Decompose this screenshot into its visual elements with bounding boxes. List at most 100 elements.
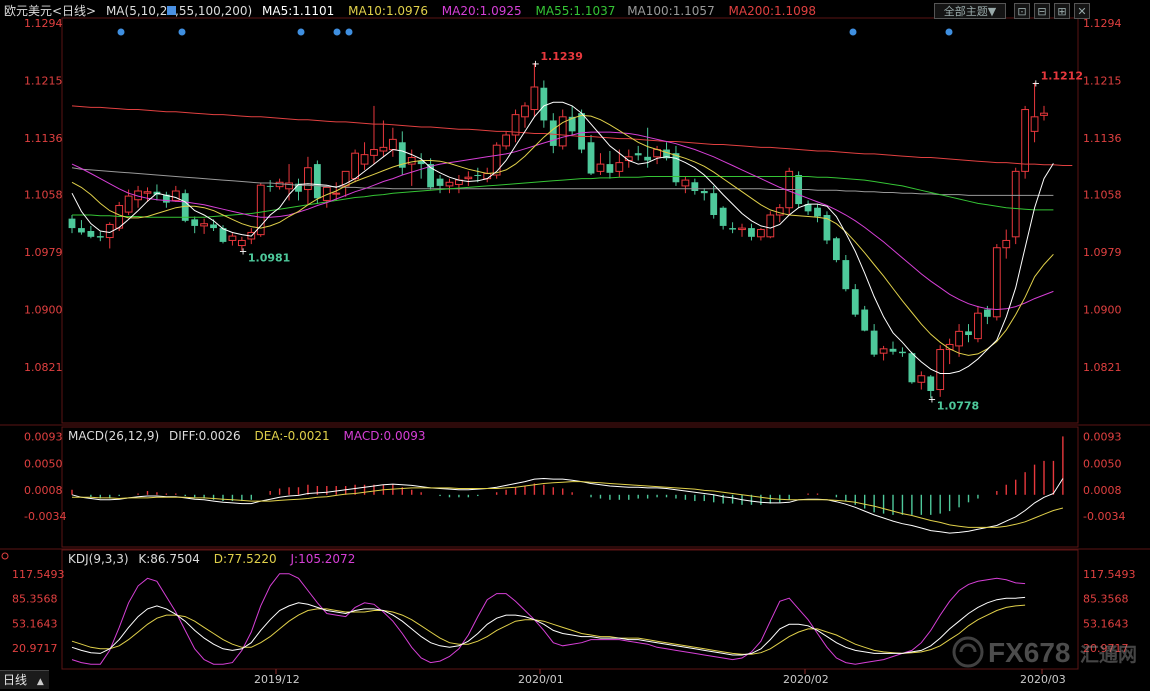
candle-body <box>237 239 246 247</box>
candle-body <box>351 152 360 180</box>
event-marker <box>849 28 857 36</box>
ma100-value: MA100:1.1057 <box>627 4 715 18</box>
y-tick-right: 1.0821 <box>1083 361 1122 374</box>
candle-body <box>1030 116 1039 132</box>
candle-body <box>738 227 746 231</box>
candle-body <box>445 181 454 187</box>
x-tick-label: 2020/01 <box>518 673 564 686</box>
candle-body <box>388 138 397 151</box>
period-tab-daily[interactable]: 日线 ▲ <box>0 670 49 689</box>
window-maximize-button[interactable]: ⊞ <box>1054 3 1070 19</box>
kdj-k: K:86.7504 <box>138 552 200 566</box>
x-tick-label: 2019/12 <box>254 673 300 686</box>
x-tick-label: 2020/03 <box>1020 673 1066 686</box>
theme-select[interactable]: 全部主题▼ <box>934 3 1006 19</box>
candle-body <box>700 191 708 194</box>
candle-body <box>96 236 104 238</box>
candle-body <box>615 162 624 172</box>
ma5-value: MA5:1.1101 <box>262 4 334 18</box>
candle-body <box>1040 112 1048 116</box>
candle-body <box>927 376 935 391</box>
candle-body <box>842 260 850 290</box>
watermark-text: FX678 <box>988 637 1071 668</box>
candle-body <box>464 176 473 180</box>
x-tick-label: 2020/02 <box>783 673 829 686</box>
candle-body <box>304 167 312 191</box>
candle-body <box>78 228 85 233</box>
y-tick-right: 1.0979 <box>1083 246 1122 259</box>
y-tick-right: 1.1215 <box>1083 74 1122 87</box>
candle-body <box>275 181 284 188</box>
candle-body <box>908 353 916 383</box>
ma55-value: MA55:1.1037 <box>536 4 616 18</box>
candle-body <box>68 218 76 229</box>
candle-body <box>474 175 482 176</box>
y-tick-left: 1.1294 <box>24 17 63 30</box>
candle-body <box>870 330 878 355</box>
macd-y-tick-right: 0.0093 <box>1083 430 1122 443</box>
window-minimize-button[interactable]: ⊟ <box>1034 3 1050 19</box>
event-marker <box>297 28 305 36</box>
candle-body <box>332 192 341 195</box>
candle-body <box>530 86 539 111</box>
candle-body <box>200 223 209 227</box>
event-marker <box>945 28 953 36</box>
y-tick-right: 1.1058 <box>1083 189 1122 202</box>
kdj-y-tick-left: 53.1643 <box>12 617 58 630</box>
kdj-y-tick-right: 117.5493 <box>1083 568 1136 581</box>
period-tab-label: 日线 <box>3 673 28 687</box>
candle-body <box>502 134 510 147</box>
candle-body <box>814 207 821 217</box>
main-header: 欧元美元<日线> MA(5,10,20,55,100,200) MA5:1.11… <box>4 4 816 18</box>
candle-body <box>936 349 945 391</box>
kdj-y-tick-right: 85.3568 <box>1083 593 1129 606</box>
candle-body <box>917 375 926 383</box>
candle-body <box>266 185 274 187</box>
y-tick-left: 1.0821 <box>24 361 63 374</box>
y-tick-left: 1.1215 <box>24 74 63 87</box>
candle-body <box>634 153 642 156</box>
candle-body <box>899 351 906 354</box>
chart-type-icon[interactable] <box>167 6 176 15</box>
ma10-value: MA10:1.0976 <box>348 4 428 18</box>
fx678-watermark: FX678 汇通网 <box>952 632 1137 672</box>
candle-body <box>691 182 699 191</box>
macd-y-tick-right: 0.0008 <box>1083 484 1122 497</box>
candle-body <box>1011 170 1020 238</box>
triangle-up-icon: ▲ <box>36 677 44 687</box>
macd-y-tick-left: 0.0050 <box>24 457 63 470</box>
candle-body <box>210 224 217 229</box>
annotation-marker: + <box>928 394 936 405</box>
macd-y-tick-left: 0.0093 <box>24 430 63 443</box>
y-tick-left: 1.1136 <box>24 132 63 145</box>
candle-body <box>832 238 840 261</box>
candle-body <box>540 87 548 121</box>
kdj-y-tick-left: 20.9717 <box>12 642 58 655</box>
candle-body <box>492 144 501 176</box>
candle-body <box>851 289 859 315</box>
price-annotation: 1.0981 <box>248 252 290 265</box>
y-tick-right: 1.0900 <box>1083 304 1122 317</box>
candle-body <box>719 207 727 226</box>
candle-body <box>879 348 888 354</box>
fx678-logo-icon: FX678 汇通网 <box>952 636 1137 668</box>
candle-body <box>748 228 755 237</box>
macd-y-tick-left: -0.0034 <box>24 510 66 523</box>
candle-body <box>974 312 982 340</box>
candle-body <box>143 191 152 194</box>
candle-body <box>766 214 775 238</box>
candle-body <box>370 149 378 156</box>
candle-body <box>87 231 95 237</box>
candle-body <box>889 348 897 352</box>
window-close-button[interactable]: ✕ <box>1074 3 1090 19</box>
annotation-marker: + <box>531 59 539 70</box>
kdj-y-tick-left: 117.5493 <box>12 568 65 581</box>
candle-body <box>681 179 690 187</box>
candle-body <box>407 157 416 165</box>
macd-params: MACD(26,12,9) <box>68 429 159 443</box>
price-annotation: 1.1212 <box>1041 70 1083 83</box>
window-restore-button[interactable]: ⊡ <box>1014 3 1030 19</box>
kdj-params: KDJ(9,3,3) <box>68 552 129 566</box>
candle-body <box>644 156 652 161</box>
candle-body <box>729 228 736 230</box>
